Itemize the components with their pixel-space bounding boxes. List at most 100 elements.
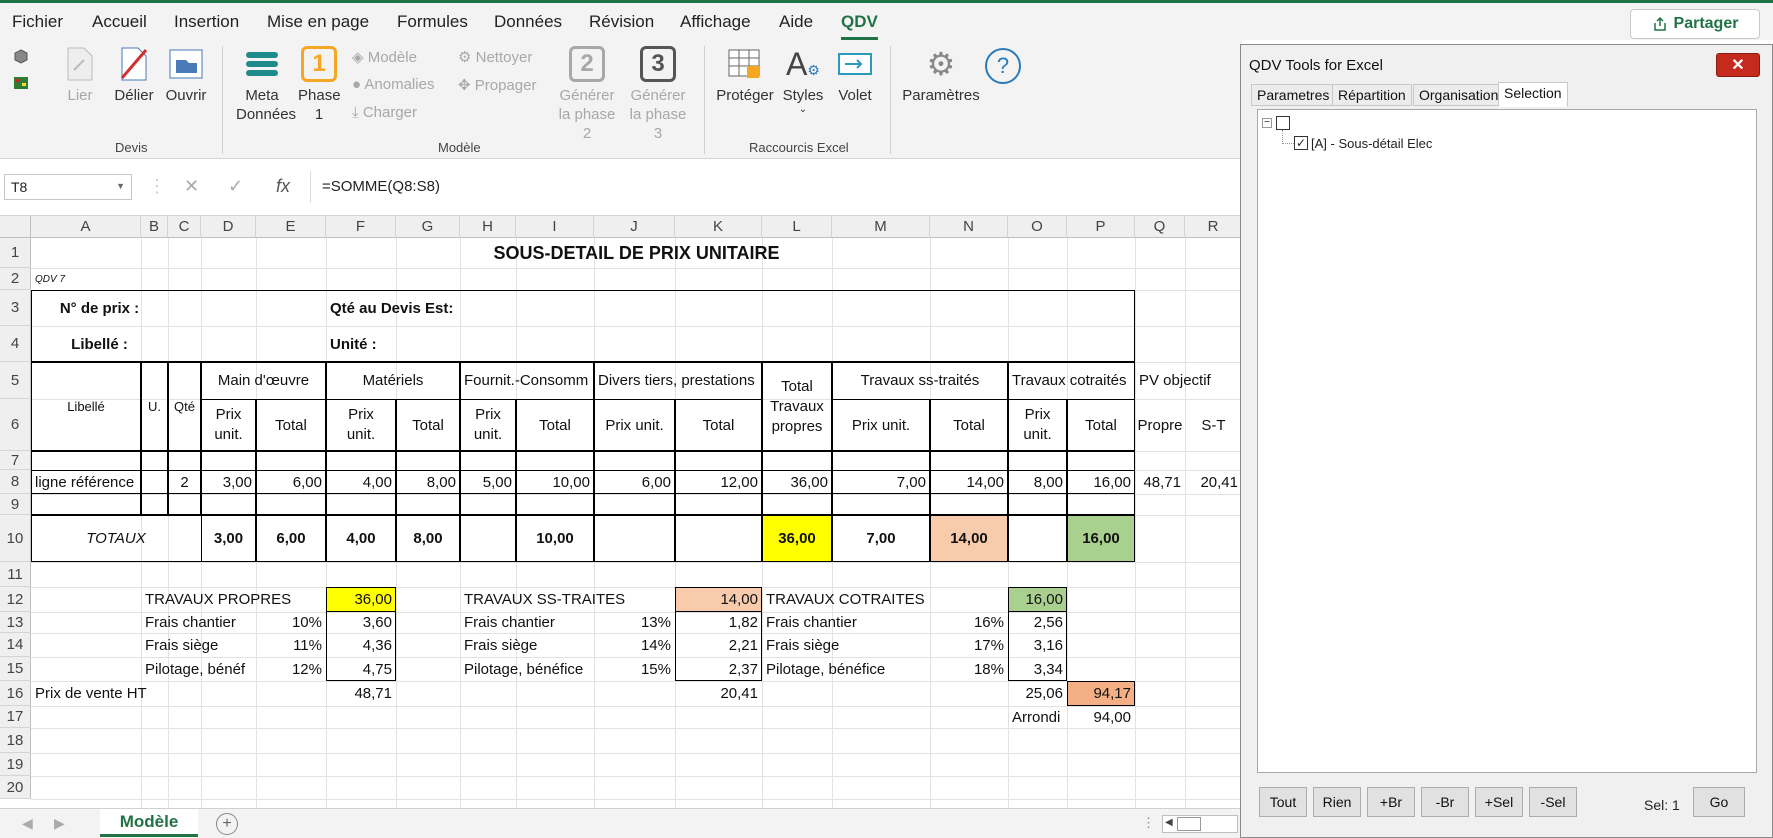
volet-button[interactable]: Volet xyxy=(834,46,876,105)
pct[interactable]: 18% xyxy=(930,657,1008,681)
header-fournitures[interactable]: Fournit.-Consomm xyxy=(460,362,594,399)
cell-value[interactable]: 8,00 xyxy=(1008,470,1067,494)
value[interactable]: 3,34 xyxy=(1008,657,1067,681)
column-header[interactable]: N xyxy=(930,216,1008,238)
label-pilotage[interactable]: Pilotage, bénéf xyxy=(141,657,256,681)
header-propre[interactable]: Propre xyxy=(1135,399,1185,451)
cancel-icon[interactable]: ✕ xyxy=(184,176,199,197)
label-qte-devis[interactable]: Qté au Devis Est: xyxy=(326,290,460,326)
ouvrir-button[interactable]: Ouvrir xyxy=(163,46,209,105)
value[interactable]: 25,06 xyxy=(1008,681,1067,706)
menu-mise-en-page[interactable]: Mise en page xyxy=(267,12,369,32)
row-header[interactable]: 20 xyxy=(0,776,31,799)
column-header[interactable]: H xyxy=(460,216,516,238)
charger-button[interactable]: ⤓ Charger xyxy=(352,104,417,121)
row-header[interactable]: 11 xyxy=(0,562,31,587)
cell-value[interactable]: 3,00 xyxy=(201,470,256,494)
label-no-prix[interactable]: N° de prix : xyxy=(31,290,168,326)
label-arrondi[interactable]: Arrondi xyxy=(1008,706,1067,728)
name-box[interactable]: T8 ▼ xyxy=(4,174,132,200)
value-arrondi[interactable]: 94,00 xyxy=(1067,706,1135,728)
row-header[interactable]: 10 xyxy=(0,515,31,562)
header-mo-total[interactable]: Total xyxy=(256,399,326,451)
row-header[interactable]: 15 xyxy=(0,657,31,681)
header-div-total[interactable]: Total xyxy=(675,399,762,451)
column-header[interactable]: F xyxy=(326,216,396,238)
row-header[interactable]: 2 xyxy=(0,268,31,290)
label-frais-chantier[interactable]: Frais chantier xyxy=(460,612,594,633)
column-header[interactable]: L xyxy=(762,216,832,238)
cell-value[interactable]: 12,00 xyxy=(675,470,762,494)
summary-st-label[interactable]: TRAVAUX SS-TRAITES xyxy=(460,587,675,612)
header-st-prix-unit[interactable]: Prix unit. xyxy=(832,399,930,451)
row-header[interactable]: 12 xyxy=(0,587,31,612)
rien-button[interactable]: Rien xyxy=(1313,787,1361,817)
header-libelle[interactable]: Libellé xyxy=(31,362,141,451)
pct[interactable]: 15% xyxy=(594,657,675,681)
column-header[interactable]: R xyxy=(1185,216,1242,238)
confirm-icon[interactable]: ✓ xyxy=(228,176,243,197)
column-header[interactable]: C xyxy=(168,216,201,238)
row-header[interactable]: 16 xyxy=(0,681,31,706)
cell-libelle[interactable]: ligne référence xyxy=(31,470,168,494)
menu-fichier[interactable]: Fichier xyxy=(12,12,63,32)
cell-totaux-label[interactable]: TOTAUX xyxy=(31,515,201,562)
formula-input[interactable]: =SOMME(Q8:S8) xyxy=(322,178,440,195)
value[interactable]: 2,21 xyxy=(675,633,762,657)
cell-value[interactable]: 20,41 xyxy=(1185,470,1242,494)
cell-value[interactable]: 5,00 xyxy=(460,470,516,494)
cell-total-value[interactable]: 4,00 xyxy=(326,515,396,562)
row-header[interactable]: 9 xyxy=(0,494,31,515)
summary-tp-label[interactable]: TRAVAUX PROPRES xyxy=(141,587,326,612)
row-header[interactable]: 8 xyxy=(0,470,31,494)
label-frais-siege[interactable]: Frais siège xyxy=(141,633,256,657)
cell-value[interactable]: 14,00 xyxy=(930,470,1008,494)
tab-split-icon[interactable]: ⋮ xyxy=(1142,815,1155,831)
value[interactable]: 20,41 xyxy=(675,681,762,706)
value[interactable]: 3,16 xyxy=(1008,633,1067,657)
header-materiels[interactable]: Matériels xyxy=(326,362,460,399)
tab-parametres[interactable]: Parametres xyxy=(1251,84,1336,106)
header-mat-prix-unit[interactable]: Prix unit. xyxy=(326,399,396,451)
tab-repartition[interactable]: Répartition xyxy=(1332,84,1412,106)
menu-revision[interactable]: Révision xyxy=(589,12,654,32)
spreadsheet-grid[interactable]: A B C D E F G H I J K L M N O P Q R 1 2 3 4 5 6 7 8 9 10 11 12 13 14 15 1… xyxy=(0,216,1242,808)
help-icon[interactable]: ? xyxy=(985,48,1021,84)
proteger-button[interactable]: Protéger xyxy=(714,46,776,105)
scroll-left-icon[interactable]: ◀ xyxy=(1165,817,1173,828)
column-header[interactable]: P xyxy=(1067,216,1135,238)
cell-value[interactable]: 4,00 xyxy=(326,470,396,494)
meta-donnees-button[interactable]: Meta Données xyxy=(236,46,296,124)
sheet-title[interactable]: SOUS-DETAIL DE PRIX UNITAIRE xyxy=(31,238,1242,268)
header-st-total[interactable]: Total xyxy=(930,399,1008,451)
sheet-tab-modele[interactable]: Modèle xyxy=(100,809,198,837)
column-header[interactable]: K xyxy=(675,216,762,238)
tab-organisation[interactable]: Organisation xyxy=(1413,84,1505,106)
nettoyer-button[interactable]: ⚙ Nettoyer xyxy=(458,48,532,66)
header-cotraites[interactable]: Travaux cotraités xyxy=(1008,362,1135,399)
minus-sel-button[interactable]: -Sel xyxy=(1529,787,1577,817)
value[interactable]: 1,82 xyxy=(675,612,762,633)
value[interactable]: 3,60 xyxy=(326,612,396,633)
pct[interactable]: 12% xyxy=(256,657,326,681)
pct[interactable]: 11% xyxy=(256,633,326,657)
cell-value[interactable]: 48,71 xyxy=(1135,470,1185,494)
tout-button[interactable]: Tout xyxy=(1259,787,1307,817)
header-qte[interactable]: Qté xyxy=(168,362,201,451)
collapse-icon[interactable]: − xyxy=(1262,118,1272,128)
generer-phase2-button[interactable]: 2 Générer la phase 2 xyxy=(553,46,621,143)
value[interactable]: 2,56 xyxy=(1008,612,1067,633)
close-button[interactable]: ✕ xyxy=(1716,53,1760,77)
summary-st-value[interactable]: 14,00 xyxy=(675,587,762,612)
cell-total-value[interactable]: 6,00 xyxy=(256,515,326,562)
qdv-tag[interactable]: QDV 7 xyxy=(31,268,168,290)
label-pilotage[interactable]: Pilotage, bénéfice xyxy=(460,657,594,681)
sheet-color-icon[interactable] xyxy=(12,74,30,95)
header-mo-prix-unit[interactable]: Prix unit. xyxy=(201,399,256,451)
label-libelle[interactable]: Libellé : xyxy=(31,326,168,362)
row-header[interactable]: 17 xyxy=(0,706,31,728)
go-button[interactable]: Go xyxy=(1693,787,1745,817)
menu-aide[interactable]: Aide xyxy=(779,12,813,32)
menu-donnees[interactable]: Données xyxy=(494,12,562,32)
pct[interactable]: 17% xyxy=(930,633,1008,657)
